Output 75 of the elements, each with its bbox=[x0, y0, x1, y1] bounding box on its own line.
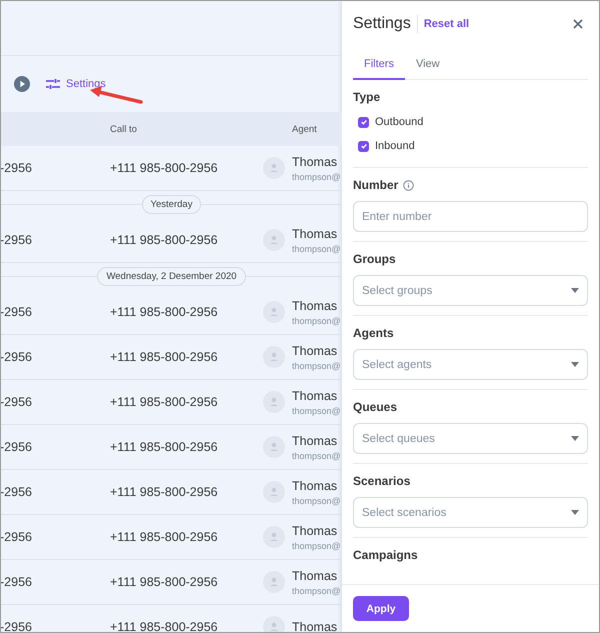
agent-name: Thomas bbox=[292, 434, 338, 448]
panel-title: Settings bbox=[353, 15, 411, 33]
checkbox[interactable] bbox=[358, 140, 369, 152]
table-cell-text: +111 985-800-2956 bbox=[110, 575, 219, 589]
caret-icon bbox=[571, 288, 579, 293]
checkbox-label: Inbound bbox=[375, 140, 415, 152]
apply-button[interactable]: Apply bbox=[353, 596, 409, 621]
table-cell-text: +111 985-800-2956 bbox=[110, 233, 219, 247]
number-input[interactable]: Enter number bbox=[353, 201, 588, 232]
tab[interactable]: Filters bbox=[353, 49, 405, 80]
agent-email: thompson@ bbox=[292, 172, 341, 182]
sliders-icon bbox=[46, 78, 60, 90]
agent-name: Thomas bbox=[292, 226, 338, 240]
table-cell-text: +111 985-800-2956 bbox=[110, 440, 219, 454]
agent-email: thompson@ bbox=[292, 496, 341, 506]
table-cell-text: +111 985-800-2956 bbox=[110, 161, 219, 175]
agent-name: Thomas bbox=[292, 154, 338, 168]
avatar-icon bbox=[263, 436, 285, 458]
agent-email: thompson@ bbox=[292, 406, 341, 416]
tab[interactable]: View bbox=[404, 49, 451, 80]
date-separator: Yesterday bbox=[142, 195, 202, 214]
avatar-icon bbox=[263, 346, 285, 368]
select-dropdown[interactable]: Select groups bbox=[353, 275, 588, 306]
play-icon[interactable] bbox=[14, 76, 30, 92]
table-cell-text: +111 985-800-2956 bbox=[110, 530, 219, 544]
agent-name: Thomas bbox=[292, 344, 338, 358]
checkbox-label: Outbound bbox=[375, 116, 424, 128]
caret-icon bbox=[571, 362, 579, 367]
avatar-icon bbox=[263, 571, 285, 593]
check-icon bbox=[360, 118, 368, 126]
agent-name: Thomas bbox=[292, 568, 338, 582]
table-cell-text: +111 985-800-2956 bbox=[110, 305, 219, 319]
reset-link[interactable]: Reset all bbox=[424, 18, 470, 30]
column-header: Agent bbox=[291, 124, 318, 134]
check-icon bbox=[360, 142, 368, 150]
agent-email: thompson@ bbox=[292, 586, 341, 596]
select-dropdown[interactable]: Select scenarios bbox=[353, 497, 588, 528]
agent-name: Thomas bbox=[292, 524, 338, 538]
avatar-icon bbox=[263, 616, 285, 632]
caret-icon bbox=[571, 436, 579, 441]
avatar-icon bbox=[263, 157, 285, 179]
agent-email: thompson@ bbox=[292, 360, 341, 370]
settings-button[interactable]: Settings bbox=[46, 76, 106, 92]
checkbox[interactable] bbox=[358, 116, 369, 128]
table-cell-text: +111 985-800-2956 bbox=[110, 485, 219, 499]
section-label: Scenarios bbox=[353, 474, 410, 488]
table-cell-text: +111 985-800-2956 bbox=[110, 350, 219, 364]
section-label: Groups bbox=[353, 252, 396, 266]
agent-name: Thomas bbox=[292, 478, 338, 492]
section-label: Number bbox=[353, 178, 398, 192]
table-cell-text: +111 985-800-2956 bbox=[110, 395, 219, 409]
agent-name: Thomas bbox=[292, 620, 338, 632]
avatar-icon bbox=[263, 301, 285, 323]
agent-name: Thomas bbox=[292, 298, 338, 312]
avatar-icon bbox=[263, 526, 285, 548]
section-label: Queues bbox=[353, 400, 398, 414]
agent-email: thompson@ bbox=[292, 450, 341, 460]
section-label: Type bbox=[353, 90, 380, 104]
caret-icon bbox=[571, 510, 579, 515]
table-cell-text: +111 985-800-2956 bbox=[110, 620, 219, 632]
section-label: Campaigns bbox=[353, 548, 418, 562]
column-header: Call to bbox=[110, 124, 138, 134]
close-icon[interactable] bbox=[573, 19, 583, 29]
select-dropdown[interactable]: Select queues bbox=[353, 423, 588, 454]
avatar-icon bbox=[263, 391, 285, 413]
avatar-icon bbox=[263, 481, 285, 503]
date-separator: Wednesday, 2 Desember 2020 bbox=[97, 267, 246, 286]
agent-name: Thomas bbox=[292, 388, 338, 402]
section-label: Agents bbox=[353, 326, 394, 340]
select-dropdown[interactable]: Select agents bbox=[353, 349, 588, 380]
agent-email: thompson@ bbox=[292, 540, 341, 550]
avatar-icon bbox=[263, 229, 285, 251]
info-icon[interactable] bbox=[403, 180, 414, 190]
agent-email: thompson@ bbox=[292, 244, 341, 254]
agent-email: thompson@ bbox=[292, 316, 341, 326]
